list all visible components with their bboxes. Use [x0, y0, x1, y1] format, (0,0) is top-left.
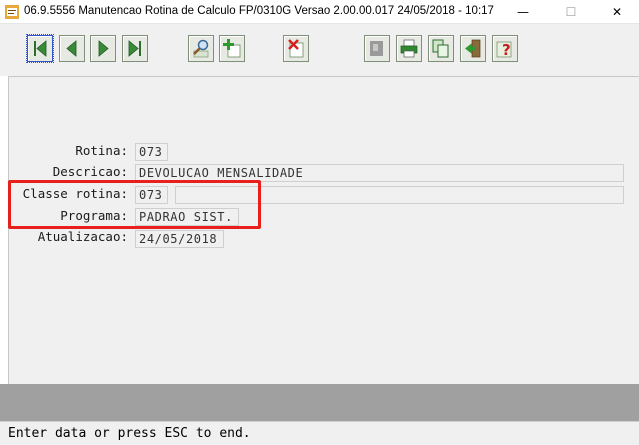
add-button[interactable]: [219, 35, 245, 62]
magnifier-icon: [193, 39, 209, 58]
separator-bar: [0, 384, 639, 421]
next-icon: [98, 40, 109, 57]
first-record-icon: [34, 40, 47, 57]
exit-button[interactable]: [460, 35, 486, 62]
svg-text:?: ?: [502, 41, 511, 59]
exit-icon: [465, 39, 481, 58]
atualizacao-field[interactable]: 24/05/2018: [135, 230, 224, 248]
copy-icon: [432, 39, 449, 58]
previous-record-button[interactable]: [59, 35, 85, 62]
delete-icon: [288, 39, 304, 58]
toolbar: ?: [0, 24, 639, 76]
add-icon: [223, 39, 241, 58]
search-button[interactable]: [188, 35, 214, 62]
disabled-function-button[interactable]: [364, 35, 390, 62]
rotina-field[interactable]: 073: [135, 143, 168, 161]
previous-icon: [66, 40, 77, 57]
minimize-button[interactable]: —: [500, 0, 546, 24]
copy-button[interactable]: [428, 35, 454, 62]
next-record-button[interactable]: [90, 35, 116, 62]
rotina-label: Rotina:: [75, 143, 128, 158]
help-icon: ?: [496, 41, 512, 59]
descricao-label: Descricao:: [52, 164, 128, 179]
maximize-button[interactable]: ☐: [548, 0, 594, 24]
print-button[interactable]: [396, 35, 422, 62]
atualizacao-label: Atualizacao:: [37, 229, 128, 244]
status-message: Enter data or press ESC to end.: [8, 426, 251, 441]
title-bar: 06.9.5556 Manutencao Rotina de Calculo F…: [0, 0, 639, 24]
highlight-annotation: [8, 180, 261, 229]
last-record-button[interactable]: [122, 35, 148, 62]
help-button[interactable]: ?: [492, 35, 518, 62]
delete-button[interactable]: [283, 35, 309, 62]
window-title: 06.9.5556 Manutencao Rotina de Calculo F…: [24, 5, 494, 17]
status-bar: Enter data or press ESC to end.: [0, 421, 639, 445]
disabled-icon: [370, 41, 383, 56]
first-record-button[interactable]: [26, 34, 54, 63]
close-button[interactable]: ✕: [594, 0, 639, 24]
last-record-icon: [128, 40, 141, 57]
app-icon: [5, 5, 19, 19]
printer-icon: [400, 39, 418, 58]
